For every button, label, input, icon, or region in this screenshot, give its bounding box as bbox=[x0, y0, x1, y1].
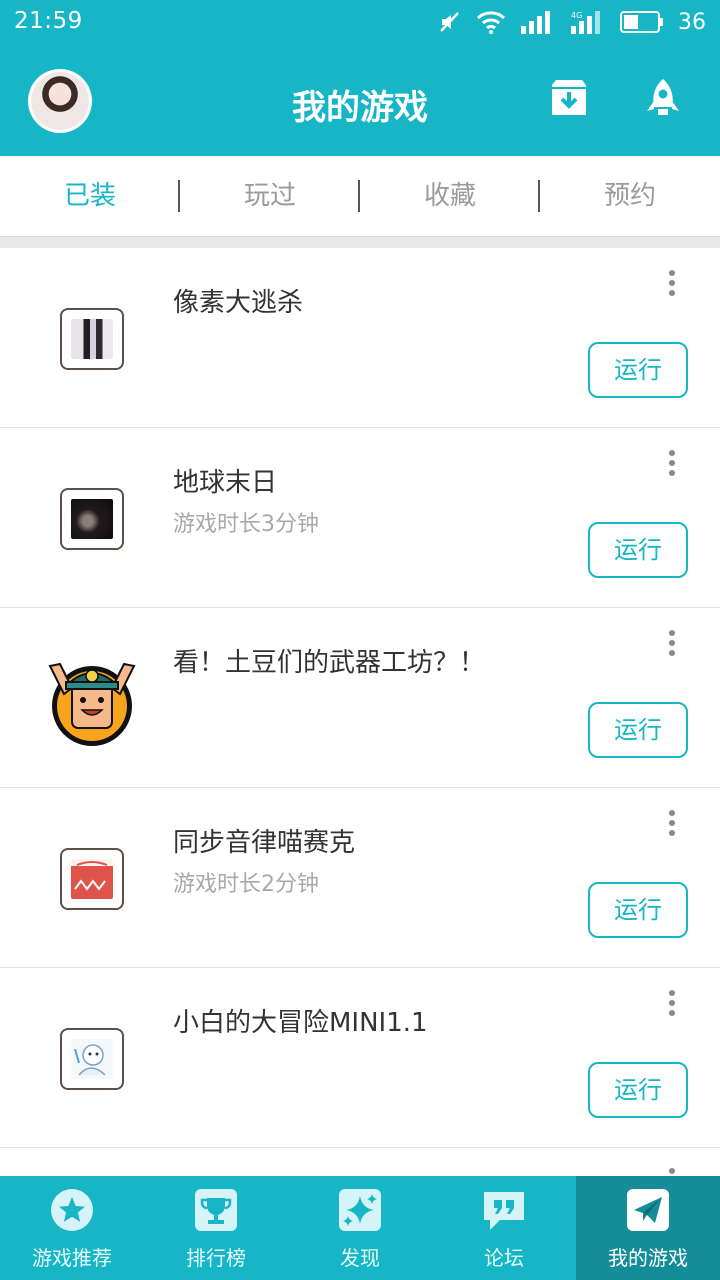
more-options-icon[interactable] bbox=[664, 810, 680, 840]
tab-divider bbox=[538, 180, 540, 212]
nav-forum[interactable]: 论坛 bbox=[432, 1176, 576, 1280]
game-list: 像素大逃杀 运行 地球末日 游戏时长3分钟 运行 看！土豆们的武器工坊？！ 运行… bbox=[0, 248, 720, 1178]
battery-percent: 36 bbox=[678, 9, 706, 35]
nav-my-games[interactable]: 我的游戏 bbox=[576, 1176, 720, 1280]
pixel-battle-icon bbox=[60, 308, 124, 370]
app-header: 我的游戏 bbox=[0, 44, 720, 156]
nav-label: 论坛 bbox=[484, 1246, 524, 1270]
list-item-partial bbox=[0, 1148, 720, 1178]
game-title: 看！土豆们的武器工坊？！ bbox=[173, 648, 486, 678]
cytus-cat-icon bbox=[60, 848, 124, 910]
tab-played[interactable]: 玩过 bbox=[180, 156, 360, 236]
status-icons: 4G 36 bbox=[438, 8, 706, 36]
run-button[interactable]: 运行 bbox=[588, 522, 688, 578]
list-item[interactable]: 看！土豆们的武器工坊？！ 运行 bbox=[0, 608, 720, 788]
status-time: 21:59 bbox=[14, 8, 83, 34]
battery-icon bbox=[620, 10, 664, 34]
download-manager-button[interactable] bbox=[548, 77, 590, 119]
game-title: 像素大逃杀 bbox=[173, 288, 304, 318]
more-options-icon[interactable] bbox=[664, 450, 680, 480]
tab-reservations[interactable]: 预约 bbox=[540, 156, 720, 236]
nav-ranking[interactable]: 排行榜 bbox=[144, 1176, 288, 1280]
list-item[interactable]: 同步音律喵赛克 游戏时长2分钟 运行 bbox=[0, 788, 720, 968]
sparkle-icon bbox=[339, 1189, 381, 1231]
nav-discover[interactable]: 发现 bbox=[288, 1176, 432, 1280]
game-title: 地球末日 bbox=[173, 468, 278, 498]
xiaobai-adventure-icon bbox=[60, 1028, 124, 1090]
more-options-icon[interactable] bbox=[664, 270, 680, 300]
game-playtime: 游戏时长3分钟 bbox=[173, 512, 319, 537]
section-divider bbox=[0, 236, 720, 248]
nav-game-recommend[interactable]: 游戏推荐 bbox=[0, 1176, 144, 1280]
trophy-icon bbox=[195, 1189, 237, 1231]
game-title: 同步音律喵赛克 bbox=[173, 828, 356, 858]
page-title: 我的游戏 bbox=[292, 88, 428, 128]
list-item[interactable]: 小白的大冒险MINI1.1 运行 bbox=[0, 968, 720, 1148]
tab-installed[interactable]: 已装 bbox=[0, 156, 180, 236]
status-bar: 21:59 4G 36 bbox=[0, 0, 720, 44]
signal-4g-icon: 4G bbox=[570, 10, 606, 34]
tab-bar: 已装 玩过 收藏 预约 bbox=[0, 156, 720, 236]
mute-icon bbox=[438, 10, 462, 34]
tab-divider bbox=[358, 180, 360, 212]
nav-label: 我的游戏 bbox=[608, 1246, 688, 1270]
nav-label: 游戏推荐 bbox=[32, 1246, 112, 1270]
signal-icon bbox=[520, 10, 556, 34]
potato-mascot-icon bbox=[44, 654, 140, 750]
tab-divider bbox=[178, 180, 180, 212]
bottom-navigation: 游戏推荐 排行榜 发现 论坛 我的游戏 bbox=[0, 1176, 720, 1280]
quote-bubble-icon bbox=[484, 1192, 524, 1230]
list-item[interactable]: 像素大逃杀 运行 bbox=[0, 248, 720, 428]
tab-favorites[interactable]: 收藏 bbox=[360, 156, 540, 236]
more-options-icon[interactable] bbox=[664, 630, 680, 660]
run-button[interactable]: 运行 bbox=[588, 702, 688, 758]
rocket-icon bbox=[647, 79, 679, 115]
speedup-button[interactable] bbox=[642, 77, 684, 119]
run-button[interactable]: 运行 bbox=[588, 1062, 688, 1118]
svg-text:4G: 4G bbox=[571, 11, 582, 20]
run-button[interactable]: 运行 bbox=[588, 342, 688, 398]
nav-label: 排行榜 bbox=[186, 1246, 246, 1270]
game-title: 小白的大冒险MINI1.1 bbox=[173, 1008, 428, 1038]
star-icon bbox=[51, 1189, 93, 1231]
nav-label: 发现 bbox=[340, 1246, 380, 1270]
game-playtime: 游戏时长2分钟 bbox=[173, 872, 319, 897]
run-button[interactable]: 运行 bbox=[588, 882, 688, 938]
list-item[interactable]: 地球末日 游戏时长3分钟 运行 bbox=[0, 428, 720, 608]
more-options-icon[interactable] bbox=[664, 990, 680, 1020]
wifi-icon bbox=[476, 10, 506, 34]
earth-doomsday-icon bbox=[60, 488, 124, 550]
download-box-icon bbox=[552, 80, 586, 115]
paper-plane-icon bbox=[627, 1189, 669, 1231]
